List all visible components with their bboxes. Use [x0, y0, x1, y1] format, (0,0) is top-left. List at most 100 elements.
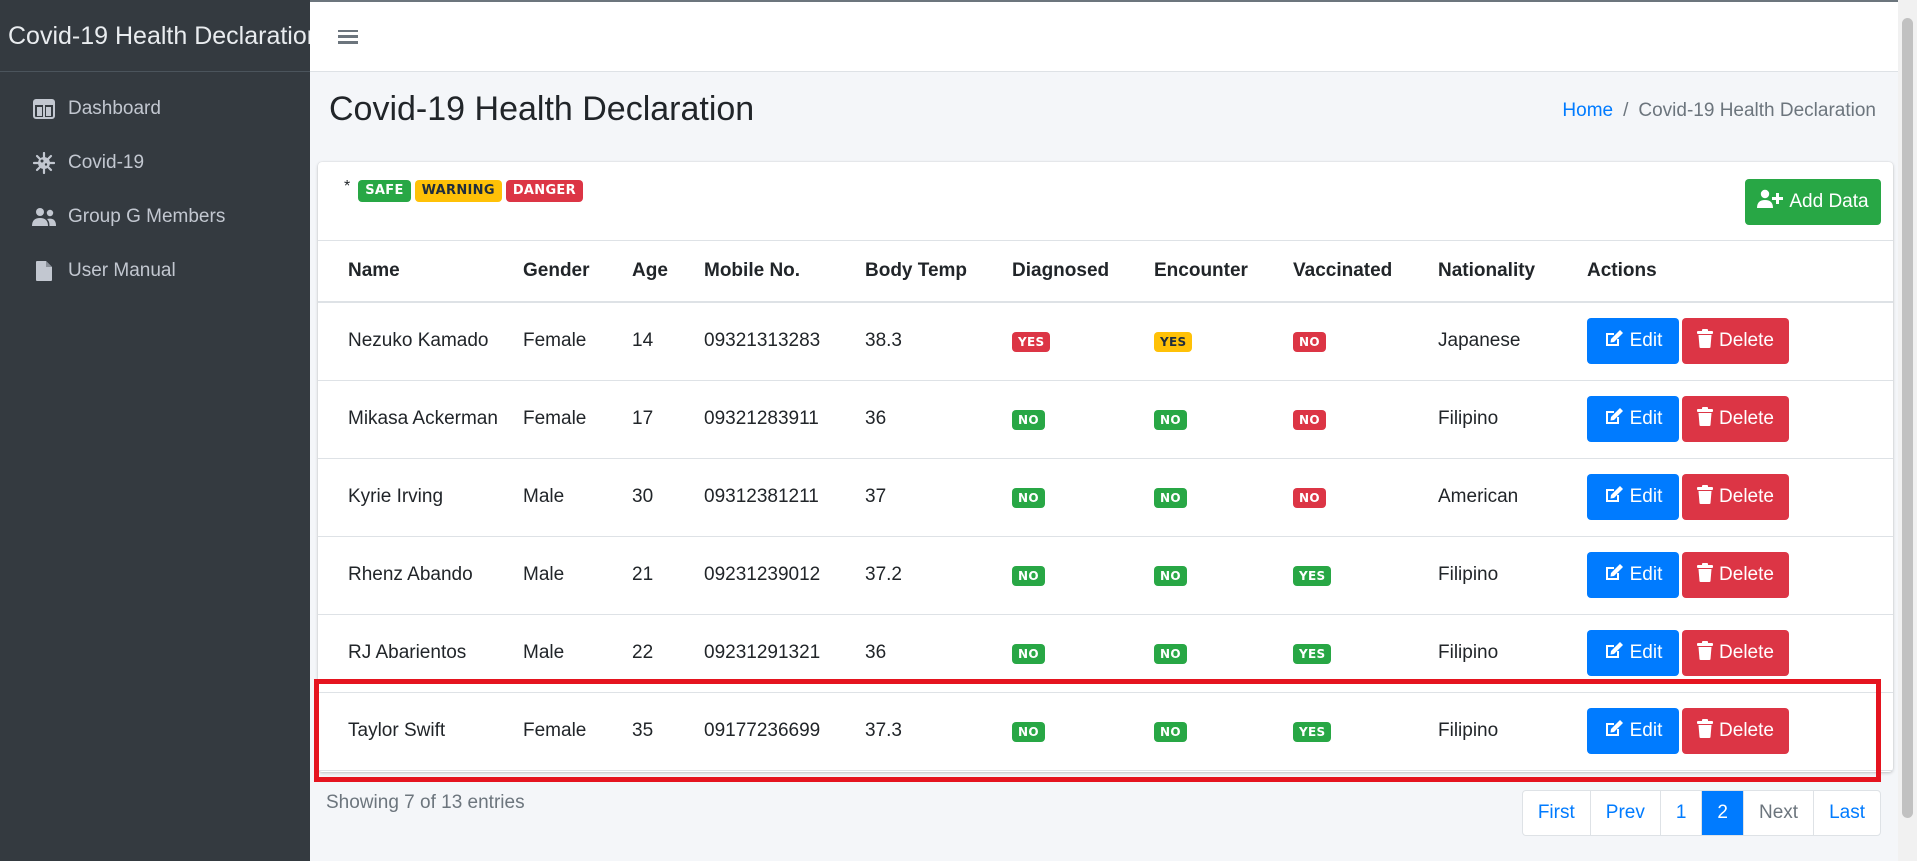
- vaccinated-badge: NO: [1293, 332, 1326, 353]
- encounter-badge: NO: [1154, 644, 1187, 664]
- diagnosed-badge: NO: [1012, 722, 1045, 742]
- cell-body-temp: 37: [865, 458, 1012, 537]
- breadcrumb-home-link[interactable]: Home: [1562, 100, 1613, 122]
- edit-button[interactable]: Edit: [1587, 318, 1679, 365]
- menu-toggle-icon[interactable]: [338, 28, 358, 46]
- encounter-badge: NO: [1154, 410, 1187, 430]
- cell-nationality: Filipino: [1438, 536, 1587, 615]
- sidebar-item-dashboard[interactable]: Dashboard: [0, 82, 310, 136]
- delete-button[interactable]: Delete: [1682, 474, 1789, 520]
- cell-gender: Female: [523, 380, 632, 459]
- delete-button[interactable]: Delete: [1682, 396, 1789, 442]
- cell-age: 22: [632, 614, 704, 693]
- cell-body-temp: 36: [865, 614, 1012, 693]
- encounter-badge: NO: [1154, 566, 1187, 586]
- edit-button[interactable]: Edit: [1587, 630, 1679, 676]
- page-title: Covid-19 Health Declaration: [329, 90, 755, 128]
- encounter-cell: NO: [1154, 692, 1293, 771]
- card-header: * SAFE WARNING DANGER Add Data: [318, 162, 1893, 241]
- cell-mobile: 09231291321: [704, 614, 865, 693]
- status-legend: * SAFE WARNING DANGER: [344, 179, 583, 202]
- cell-actions: Edit Delete: [1587, 380, 1893, 459]
- page-first[interactable]: First: [1523, 791, 1590, 835]
- row-actions: Edit Delete: [1587, 396, 1893, 442]
- vaccinated-cell: YES: [1293, 536, 1438, 615]
- diagnosed-cell: NO: [1012, 536, 1154, 615]
- vaccinated-cell: NO: [1293, 302, 1438, 381]
- user-plus-icon: [1757, 189, 1784, 215]
- vaccinated-badge: YES: [1293, 566, 1332, 586]
- header-mobile: Mobile No.: [704, 241, 865, 303]
- edit-label: Edit: [1629, 408, 1663, 429]
- header-age: Age: [632, 241, 704, 303]
- sidebar-item-group-g-members[interactable]: Group G Members: [0, 190, 310, 244]
- add-data-button[interactable]: Add Data: [1745, 179, 1881, 225]
- cell-body-temp: 38.3: [865, 302, 1012, 381]
- diagnosed-cell: YES: [1012, 302, 1154, 381]
- table-body: Nezuko Kamado Female 14 09321313283 38.3 YES Y…: [318, 302, 1893, 771]
- edit-label: Edit: [1629, 642, 1663, 663]
- vaccinated-cell: YES: [1293, 692, 1438, 771]
- delete-label: Delete: [1719, 720, 1774, 741]
- cell-gender: Male: [523, 614, 632, 693]
- edit-label: Edit: [1629, 486, 1663, 507]
- breadcrumb-separator: /: [1623, 100, 1629, 121]
- table-row: Taylor Swift Female 35 09177236699 37.3 NO NO Y…: [318, 692, 1893, 771]
- cell-nationality: American: [1438, 458, 1587, 537]
- trash-icon: [1697, 406, 1714, 432]
- legend-safe-badge: SAFE: [358, 180, 411, 202]
- table-row: Nezuko Kamado Female 14 09321313283 38.3 YES Y…: [318, 302, 1893, 381]
- diagnosed-badge: NO: [1012, 410, 1045, 430]
- table-row: RJ Abarientos Male 22 09231291321 36 NO NO YES F…: [318, 614, 1893, 693]
- edit-icon: [1604, 329, 1624, 353]
- delete-button[interactable]: Delete: [1682, 708, 1789, 754]
- table-row: Mikasa Ackerman Female 17 09321283911 36 NO NO…: [318, 380, 1893, 459]
- cell-nationality: Filipino: [1438, 692, 1587, 771]
- delete-button[interactable]: Delete: [1682, 552, 1789, 598]
- diagnosed-cell: NO: [1012, 380, 1154, 459]
- vaccinated-cell: NO: [1293, 380, 1438, 459]
- cell-gender: Male: [523, 458, 632, 537]
- top-navbar: [310, 0, 1898, 72]
- delete-label: Delete: [1719, 330, 1774, 352]
- encounter-cell: NO: [1154, 380, 1293, 459]
- edit-button[interactable]: Edit: [1587, 708, 1679, 754]
- page-prev[interactable]: Prev: [1589, 791, 1660, 835]
- breadcrumb: Home / Covid-19 Health Declaration: [1562, 100, 1876, 122]
- encounter-cell: NO: [1154, 458, 1293, 537]
- cell-gender: Male: [523, 536, 632, 615]
- sidebar-item-user-manual[interactable]: User Manual: [0, 244, 310, 298]
- edit-icon: [1604, 719, 1624, 743]
- pagination: First Prev 1 2 Next Last: [1521, 790, 1881, 836]
- header-vaccinated: Vaccinated: [1293, 241, 1438, 303]
- edit-button[interactable]: Edit: [1587, 396, 1679, 442]
- cell-mobile: 09231239012: [704, 536, 865, 615]
- scrollbar[interactable]: [1898, 0, 1917, 861]
- diagnosed-cell: NO: [1012, 458, 1154, 537]
- brand-title[interactable]: Covid-19 Health Declaration: [0, 0, 321, 72]
- delete-button[interactable]: Delete: [1682, 318, 1789, 365]
- edit-icon: [1604, 563, 1624, 587]
- diagnosed-cell: NO: [1012, 692, 1154, 771]
- page-last[interactable]: Last: [1813, 791, 1880, 835]
- encounter-cell: YES: [1154, 302, 1293, 381]
- edit-button[interactable]: Edit: [1587, 552, 1679, 598]
- page-2[interactable]: 2: [1701, 791, 1743, 835]
- edit-button[interactable]: Edit: [1587, 474, 1679, 520]
- users-icon: [31, 204, 57, 230]
- table-row: Rhenz Abando Male 21 09231239012 37.2 NO NO YES…: [318, 536, 1893, 615]
- header-diagnosed: Diagnosed: [1012, 241, 1154, 303]
- page-1[interactable]: 1: [1659, 791, 1702, 835]
- cell-actions: Edit Delete: [1587, 458, 1893, 537]
- delete-button[interactable]: Delete: [1682, 630, 1789, 676]
- sidebar-item-covid-19[interactable]: Covid-19: [0, 136, 310, 190]
- cell-age: 30: [632, 458, 704, 537]
- sidebar-item-label: Group G Members: [68, 206, 226, 227]
- sidebar: Covid-19 Health Declaration Dashboard Co…: [0, 0, 321, 861]
- page-next[interactable]: Next: [1743, 791, 1813, 835]
- scrollbar-thumb[interactable]: [1902, 18, 1913, 818]
- edit-label: Edit: [1629, 720, 1663, 741]
- cell-age: 17: [632, 380, 704, 459]
- main-content: Covid-19 Health Declaration Home / Covid…: [310, 0, 1898, 861]
- legend-danger-badge: DANGER: [505, 180, 583, 202]
